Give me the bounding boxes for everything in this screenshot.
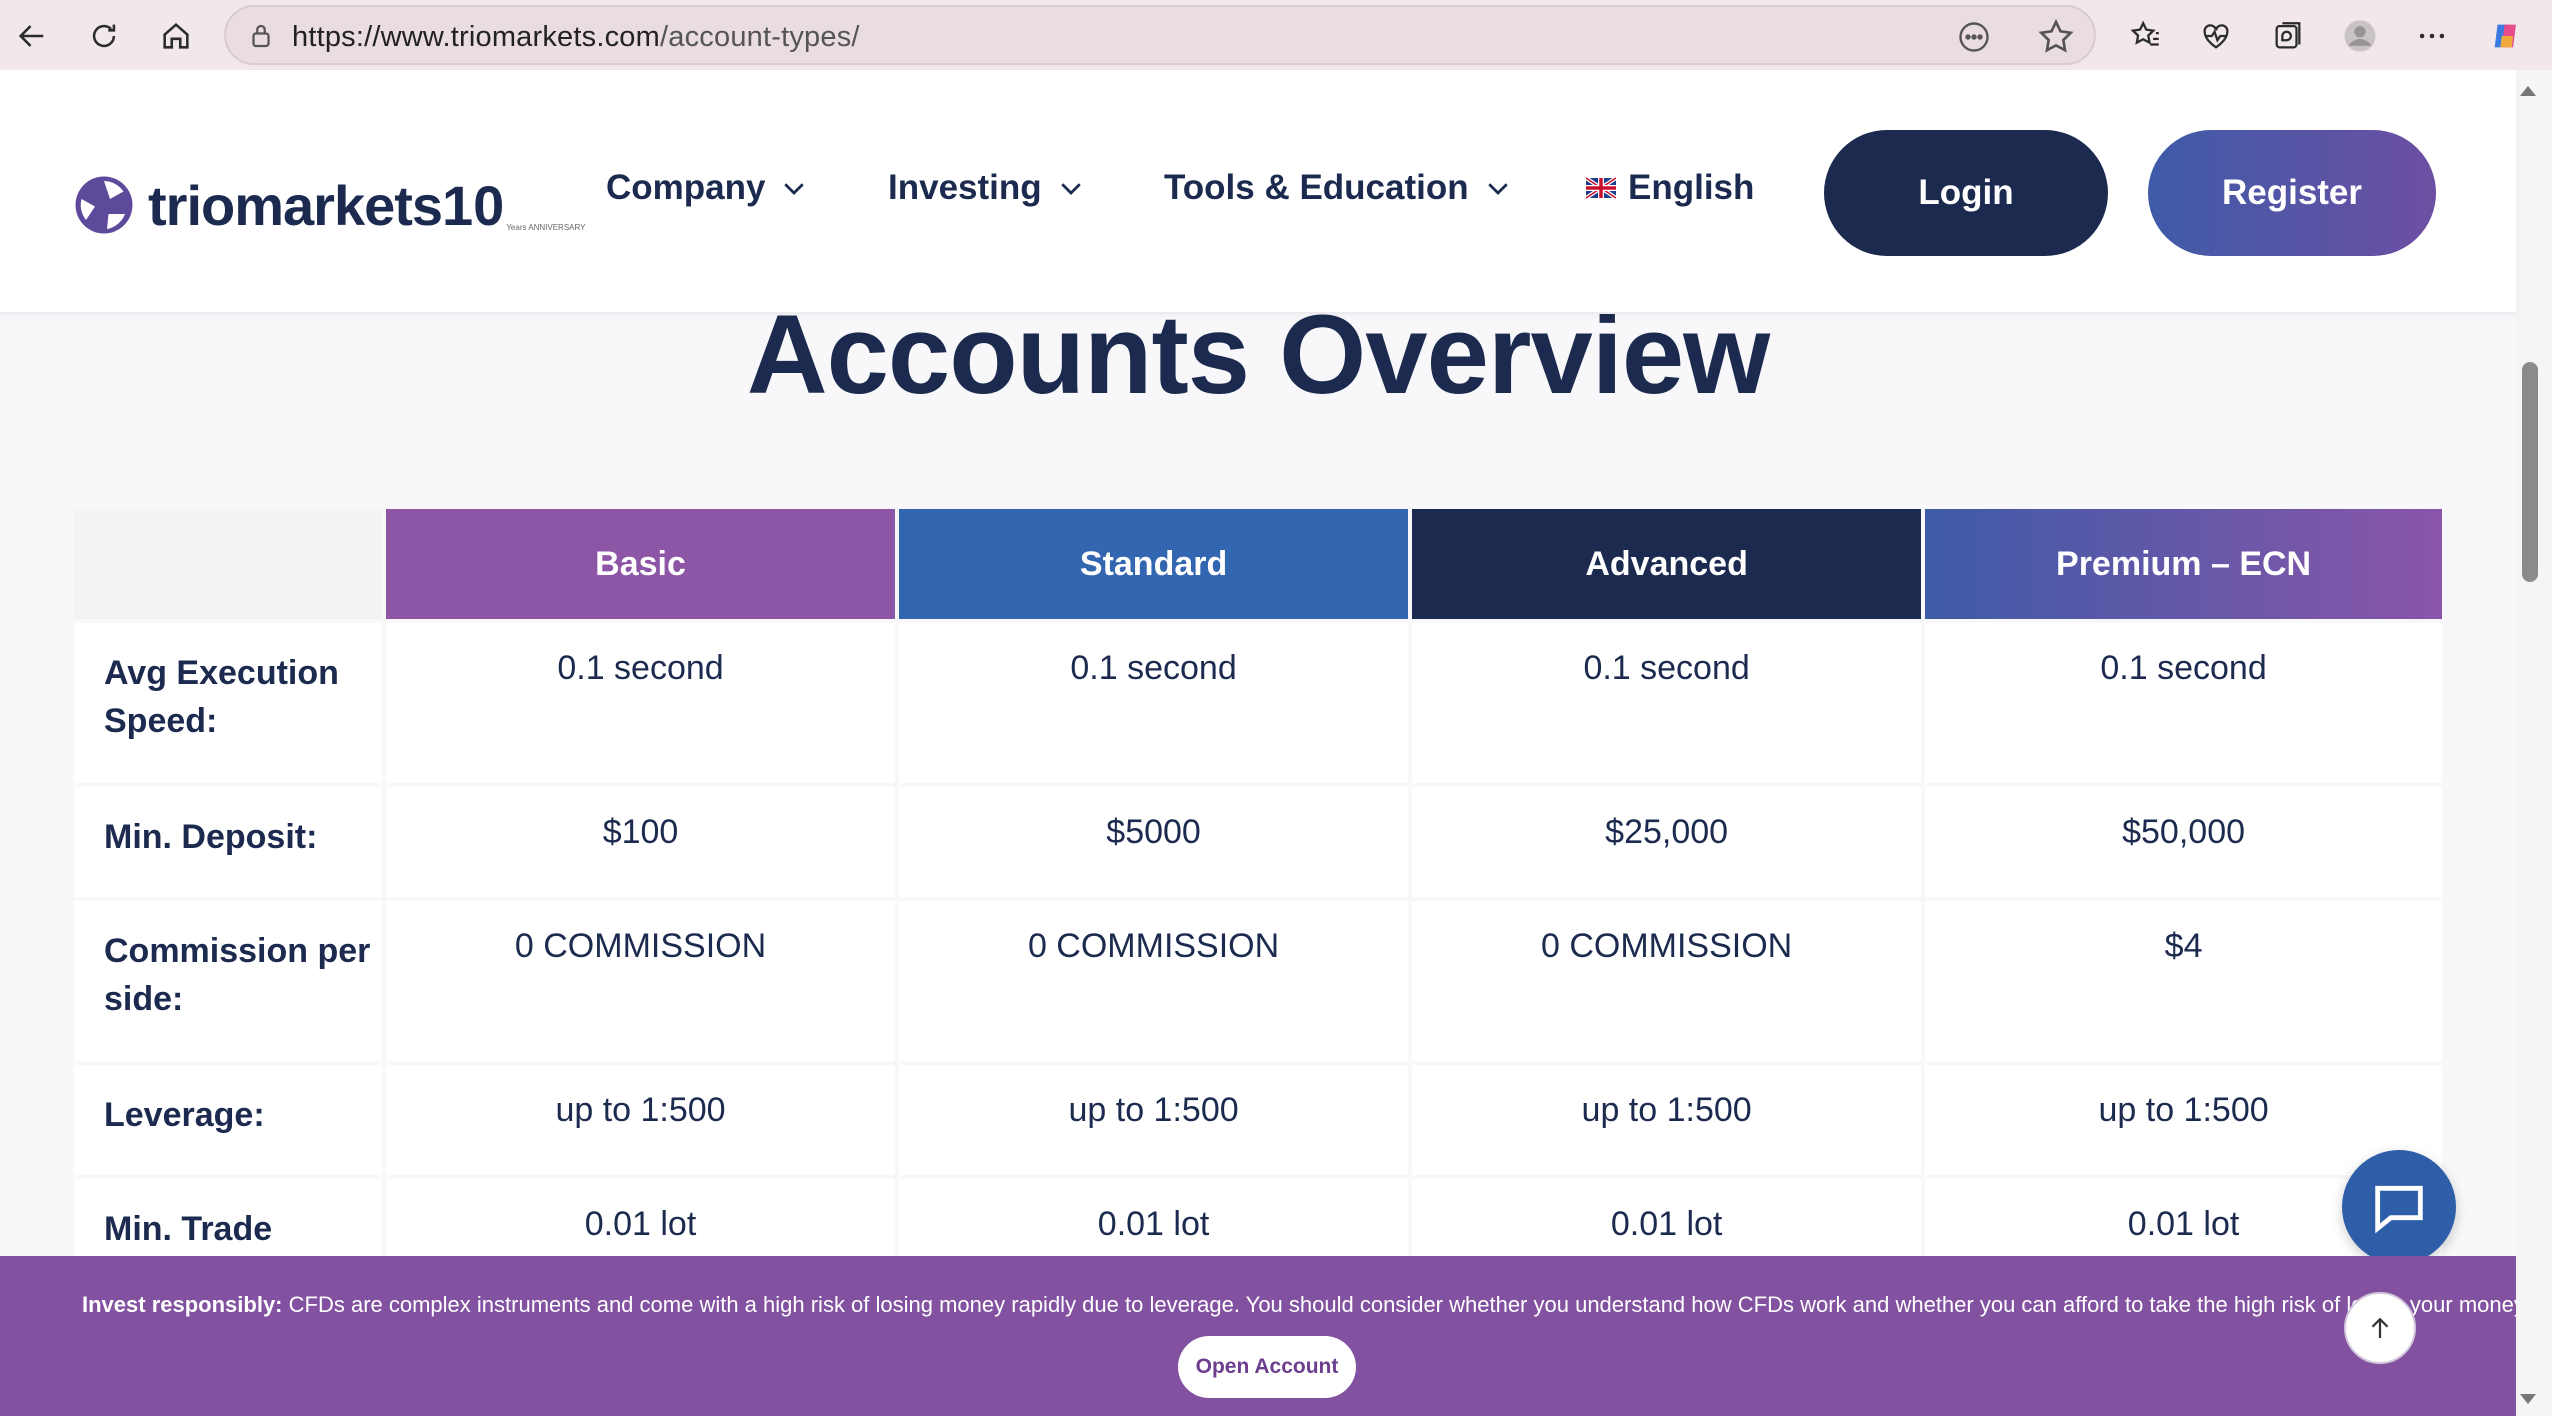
more-menu-icon[interactable]	[2406, 10, 2458, 62]
risk-warning-banner: Invest responsibly: CFDs are complex ins…	[0, 1256, 2529, 1416]
scroll-up-arrow-icon[interactable]	[2518, 84, 2538, 98]
row-label: Min. Deposit:	[74, 787, 382, 897]
table-corner-cell	[74, 509, 382, 619]
table-cell: up to 1:500	[386, 1065, 896, 1175]
column-basic: Basic	[386, 509, 896, 619]
table-cell: 0.1 second	[1925, 623, 2442, 783]
nav-company[interactable]: Company	[606, 168, 809, 208]
register-button[interactable]: Register	[2148, 130, 2436, 256]
nav-tools-education[interactable]: Tools & Education	[1164, 168, 1513, 208]
favorites-icon[interactable]	[2120, 10, 2172, 62]
table-row: Avg Execution Speed: 0.1 second 0.1 seco…	[74, 623, 2442, 783]
table-cell: $100	[386, 787, 896, 897]
table-row: Leverage: up to 1:500 up to 1:500 up to …	[74, 1065, 2442, 1175]
copilot-icon[interactable]	[2480, 10, 2532, 62]
table-cell: $4	[1925, 901, 2442, 1061]
chat-button[interactable]	[2342, 1150, 2456, 1264]
logo-wordmark: triomarkets	[148, 173, 443, 237]
scrollbar-thumb[interactable]	[2522, 362, 2538, 582]
table-cell: $5000	[899, 787, 1409, 897]
scroll-to-top-button[interactable]	[2344, 1292, 2416, 1364]
table-cell: 0.1 second	[386, 623, 896, 783]
open-account-button[interactable]: Open Account	[1178, 1336, 1356, 1398]
address-bar[interactable]: https://www.triomarkets.com/account-type…	[224, 5, 2096, 65]
url-host: https://www.triomarkets.com	[292, 21, 660, 53]
page-scrollbar[interactable]	[2516, 70, 2552, 1416]
triomarkets-logo[interactable]: triomarkets 10 Years ANNIVERSARY	[74, 160, 585, 250]
health-icon[interactable]	[2190, 10, 2242, 62]
uk-flag-icon	[1586, 176, 1616, 200]
language-label: English	[1628, 168, 1755, 207]
column-standard: Standard	[899, 509, 1409, 619]
column-premium-ecn: Premium – ECN	[1925, 509, 2442, 619]
table-cell: up to 1:500	[899, 1065, 1409, 1175]
back-icon[interactable]	[6, 10, 58, 62]
url-path: /account-types/	[660, 21, 860, 53]
logo-ten: 10	[442, 173, 505, 237]
risk-warning-body: CFDs are complex instruments and come wi…	[282, 1292, 2530, 1317]
table-row: Commission per side: 0 COMMISSION 0 COMM…	[74, 901, 2442, 1061]
risk-warning-text: Invest responsibly: CFDs are complex ins…	[82, 1292, 2529, 1318]
page-actions-icon[interactable]	[1956, 19, 1992, 55]
column-advanced: Advanced	[1412, 509, 1922, 619]
table-cell: 0.1 second	[1412, 623, 1922, 783]
home-icon[interactable]	[150, 10, 202, 62]
nav-tools-label: Tools & Education	[1164, 168, 1469, 207]
chevron-down-icon	[1060, 183, 1081, 195]
login-button[interactable]: Login	[1824, 130, 2108, 256]
collections-icon[interactable]	[2262, 10, 2314, 62]
table-cell: 0.1 second	[899, 623, 1409, 783]
table-cell: 0 COMMISSION	[1412, 901, 1922, 1061]
language-selector[interactable]: English	[1572, 168, 1754, 208]
table-cell: 0 COMMISSION	[386, 901, 896, 1061]
table-cell: up to 1:500	[1412, 1065, 1922, 1175]
reload-icon[interactable]	[78, 10, 130, 62]
nav-investing[interactable]: Investing	[888, 168, 1086, 208]
risk-warning-bold: Invest responsibly:	[82, 1292, 283, 1317]
chevron-down-icon	[784, 183, 805, 195]
table-cell: $25,000	[1412, 787, 1922, 897]
arrow-up-icon	[2371, 1317, 2389, 1338]
browser-toolbar: https://www.triomarkets.com/account-type…	[0, 0, 2552, 70]
table-cell: $50,000	[1925, 787, 2442, 897]
chevron-down-icon	[1487, 183, 1508, 195]
site-header: triomarkets 10 Years ANNIVERSARY Company…	[0, 70, 2516, 314]
scroll-down-arrow-icon[interactable]	[2518, 1392, 2538, 1406]
lock-icon[interactable]	[246, 21, 276, 51]
row-label: Leverage:	[74, 1065, 382, 1175]
logo-anniversary: Years ANNIVERSARY	[506, 223, 586, 232]
nav-investing-label: Investing	[888, 168, 1042, 207]
row-label: Avg Execution Speed:	[74, 623, 382, 783]
table-cell: up to 1:500	[1925, 1065, 2442, 1175]
nav-company-label: Company	[606, 168, 766, 207]
chat-bubble-icon	[2375, 1185, 2423, 1234]
accounts-table: Basic Standard Advanced Premium – ECN Av…	[70, 505, 2446, 1293]
profile-avatar-icon[interactable]	[2334, 10, 2386, 62]
favorite-star-icon[interactable]	[2036, 17, 2076, 57]
table-header-row: Basic Standard Advanced Premium – ECN	[74, 509, 2442, 619]
table-row: Min. Deposit: $100 $5000 $25,000 $50,000	[74, 787, 2442, 897]
row-label: Commission per side:	[74, 901, 382, 1061]
triomarkets-logo-mark-icon	[75, 176, 133, 234]
url-text[interactable]: https://www.triomarkets.com/account-type…	[292, 21, 860, 54]
table-cell: 0 COMMISSION	[899, 901, 1409, 1061]
